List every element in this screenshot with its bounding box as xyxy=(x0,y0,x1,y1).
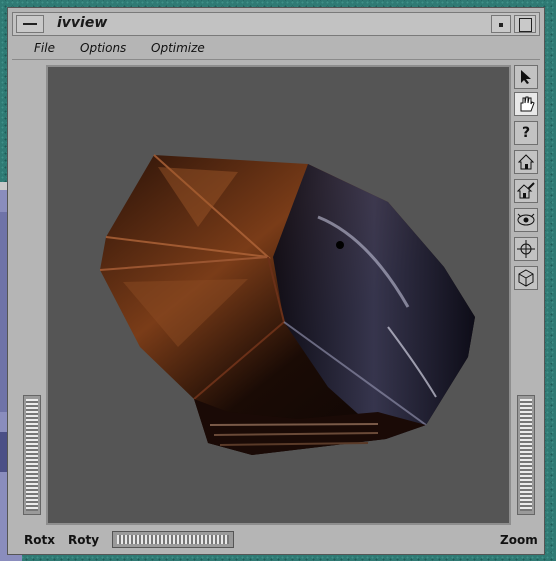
rotx-label: Rotx xyxy=(24,533,55,547)
right-toolbar: ? xyxy=(511,65,541,525)
left-panel xyxy=(12,65,44,525)
perspective-cube-icon[interactable] xyxy=(514,266,538,290)
roty-label: Roty xyxy=(68,533,100,547)
view-hand-icon[interactable] xyxy=(514,92,538,116)
home-icon[interactable] xyxy=(514,150,538,174)
menu-bar: File Options Optimize xyxy=(12,38,540,60)
zoom-label: Zoom xyxy=(500,533,538,547)
view-all-icon[interactable] xyxy=(514,208,538,232)
set-home-icon[interactable] xyxy=(514,179,538,203)
help-icon[interactable]: ? xyxy=(514,121,538,145)
menu-options[interactable]: Options xyxy=(80,41,126,55)
bottom-bar: Rotx Roty Zoom xyxy=(12,528,540,552)
title-bar[interactable]: ivview xyxy=(12,12,540,36)
3d-viewer[interactable] xyxy=(46,65,511,525)
roty-thumbwheel[interactable] xyxy=(112,531,234,548)
maximize-button[interactable] xyxy=(514,15,536,33)
select-arrow-icon[interactable] xyxy=(514,65,538,89)
window-title: ivview xyxy=(57,15,108,31)
rotx-thumbwheel[interactable] xyxy=(23,395,41,515)
seek-icon[interactable] xyxy=(514,237,538,261)
rendered-model xyxy=(99,154,475,455)
menu-optimize[interactable]: Optimize xyxy=(151,41,205,55)
zoom-thumbwheel[interactable] xyxy=(517,395,535,515)
menu-file[interactable]: File xyxy=(34,41,55,55)
minimize-button[interactable] xyxy=(491,15,511,33)
window-menu-button[interactable] xyxy=(16,15,44,33)
ivview-window: ivview File Options Optimize ? Rotx Roty… xyxy=(7,7,545,555)
